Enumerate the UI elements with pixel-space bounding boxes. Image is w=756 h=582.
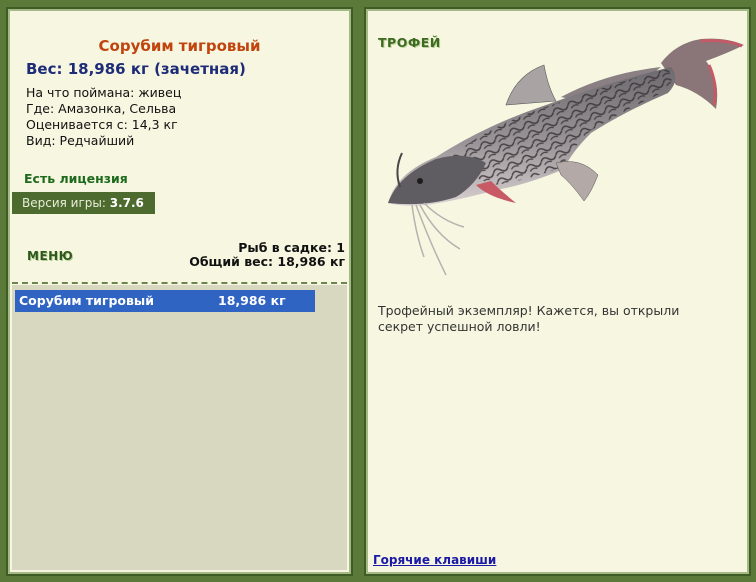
- keep-item-name: Сорубим тигровый: [19, 293, 154, 308]
- keep-list-item[interactable]: Сорубим тигровый 18,986 кг: [15, 290, 315, 312]
- keep-total-weight: Общий вес: 18,986 кг: [189, 254, 345, 269]
- trophy-message: Трофейный экземпляр! Кажется, вы открыли…: [378, 303, 680, 334]
- catfish-image: [388, 38, 744, 276]
- location-info: Где: Амазонка, Сельва: [26, 101, 177, 116]
- bait-info: На что поймана: живец: [26, 85, 182, 100]
- keep-net-summary: Рыб в садке: 1 Общий вес: 18,986 кг: [189, 241, 345, 269]
- rarity-info: Вид: Редчайший: [26, 133, 135, 148]
- license-status: Есть лицензия: [24, 171, 128, 186]
- keep-count: Рыб в садке: 1: [238, 240, 345, 255]
- dashed-divider: [12, 282, 347, 284]
- version-value: 3.7.6: [109, 196, 144, 210]
- hotkeys-link[interactable]: Горячие клавиши: [373, 553, 496, 567]
- menu-button[interactable]: МЕНЮ: [27, 249, 73, 263]
- keep-item-weight: 18,986 кг: [218, 293, 286, 308]
- fish-title: Сорубим тигровый: [98, 37, 261, 55]
- min-weight-info: Оценивается с: 14,3 кг: [26, 117, 178, 132]
- trophy-panel: ТРОФЕЙ Трофейный экземпляр! Кажется, вы …: [364, 7, 751, 576]
- game-version: Версия игры: 3.7.6: [12, 192, 155, 214]
- fish-info-panel: Сорубим тигровый Вес: 18,986 кг (зачетна…: [6, 7, 353, 576]
- fish-weight: Вес: 18,986 кг (зачетная): [26, 60, 246, 78]
- keep-net-list: Сорубим тигровый 18,986 кг: [12, 285, 347, 570]
- version-label: Версия игры:: [22, 196, 106, 210]
